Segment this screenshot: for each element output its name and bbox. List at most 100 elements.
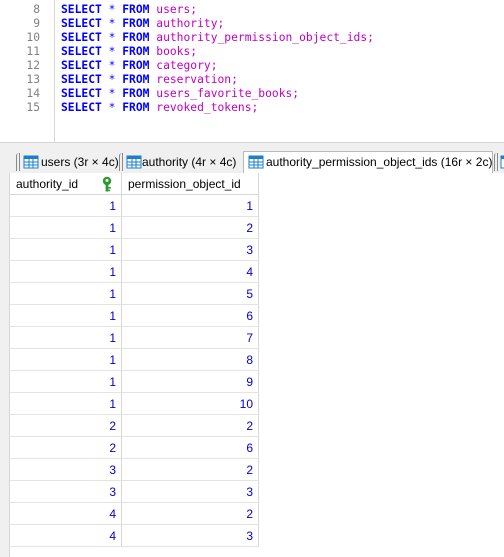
table-row[interactable]: 16: [10, 305, 259, 327]
table-row[interactable]: 1 10: [10, 393, 259, 415]
table-row[interactable]: 22: [10, 415, 259, 437]
cell-permission-object-id[interactable]: 2: [122, 503, 259, 525]
key-icon: [102, 176, 112, 192]
sql-keyword: FROM: [122, 31, 150, 44]
cell-permission-object-id[interactable]: 6: [122, 437, 259, 459]
sql-table-name: users_favorite_books;: [156, 87, 300, 100]
tab-authority-permission-object-ids[interactable]: authority_permission_object_ids (16r × 2…: [243, 151, 493, 173]
cell-authority-id[interactable]: 1: [10, 261, 122, 283]
line-number: 14: [26, 87, 40, 100]
cell-authority-id[interactable]: 3: [10, 481, 122, 503]
code-line: 13 SELECT * FROM reservation;: [0, 73, 504, 87]
sql-operator: *: [108, 17, 116, 30]
cell-authority-id[interactable]: 1: [10, 195, 122, 217]
cell-permission-object-id[interactable]: 3: [122, 525, 259, 547]
sql-operator: *: [108, 45, 116, 58]
sql-keyword: SELECT: [61, 101, 102, 114]
cell-authority-id[interactable]: 4: [10, 525, 122, 547]
cell-authority-id[interactable]: 1: [10, 239, 122, 261]
cell-authority-id[interactable]: 1: [10, 393, 122, 415]
cell-permission-object-id[interactable]: 2: [122, 459, 259, 481]
column-header-label: authority_id: [16, 177, 79, 191]
table-row[interactable]: 18: [10, 349, 259, 371]
cell-permission-object-id[interactable]: 9: [122, 371, 259, 393]
cell-authority-id[interactable]: 1: [10, 327, 122, 349]
code-line: 15 SELECT * FROM revoked_tokens;: [0, 101, 504, 115]
table-row[interactable]: 26: [10, 437, 259, 459]
cell-permission-object-id[interactable]: 5: [122, 283, 259, 305]
cell-authority-id[interactable]: 1: [10, 217, 122, 239]
sql-operator: *: [108, 3, 116, 16]
table-row[interactable]: 12: [10, 217, 259, 239]
table-row[interactable]: 11: [10, 195, 259, 217]
table-row[interactable]: 19: [10, 371, 259, 393]
cell-permission-object-id[interactable]: 3: [122, 239, 259, 261]
sql-keyword: SELECT: [61, 87, 102, 100]
cell-permission-object-id[interactable]: 1: [122, 195, 259, 217]
table-row[interactable]: 14: [10, 261, 259, 283]
table-grid-icon: [500, 155, 504, 169]
sql-table-name: reservation;: [156, 73, 238, 86]
cell-authority-id[interactable]: 1: [10, 349, 122, 371]
row-header-strip: [0, 173, 10, 557]
cell-authority-id[interactable]: 2: [10, 437, 122, 459]
sql-keyword: SELECT: [61, 59, 102, 72]
sql-keyword: FROM: [122, 87, 150, 100]
table-grid-icon: [23, 155, 39, 169]
cell-authority-id[interactable]: 1: [10, 283, 122, 305]
table-row[interactable]: 42: [10, 503, 259, 525]
sql-statement: SELECT * FROM users_favorite_books;: [61, 87, 299, 101]
sql-keyword: SELECT: [61, 45, 102, 58]
cell-permission-object-id[interactable]: 8: [122, 349, 259, 371]
tab-authority[interactable]: authority (4r × 4c): [119, 152, 241, 172]
sql-table-name: authority;: [156, 17, 225, 30]
column-header-label: permission_object_id: [128, 177, 241, 191]
cell-permission-object-id[interactable]: 4: [122, 261, 259, 283]
sql-table-name: books;: [156, 45, 198, 58]
code-line: 11 SELECT * FROM books;: [0, 45, 504, 59]
sql-statement: SELECT * FROM authority_permission_objec…: [61, 31, 374, 45]
cell-authority-id[interactable]: 1: [10, 305, 122, 327]
sql-operator: *: [108, 31, 116, 44]
cell-authority-id[interactable]: 2: [10, 415, 122, 437]
sql-operator: *: [108, 59, 116, 72]
table-row[interactable]: 33: [10, 481, 259, 503]
sql-keyword: FROM: [122, 59, 150, 72]
sql-keyword: FROM: [122, 45, 150, 58]
table-row[interactable]: 32: [10, 459, 259, 481]
tab-label: authority_permission_object_ids (16r × 2…: [266, 155, 493, 169]
cell-authority-id[interactable]: 3: [10, 459, 122, 481]
tab-users[interactable]: users (3r × 4c): [16, 152, 119, 172]
sql-editor[interactable]: 8 SELECT * FROM users; 9 SELECT * FROM auth…: [0, 0, 504, 142]
cell-permission-object-id[interactable]: 10: [122, 393, 259, 415]
tab-overflow[interactable]: [494, 152, 504, 172]
sql-keyword: SELECT: [61, 31, 102, 44]
table-row[interactable]: 43: [10, 525, 259, 547]
cell-permission-object-id[interactable]: 6: [122, 305, 259, 327]
code-line: 8 SELECT * FROM users;: [0, 3, 504, 17]
code-line: 10 SELECT * FROM authority_permission_obj…: [0, 31, 504, 45]
column-header-permission-object-id[interactable]: permission_object_id: [122, 173, 259, 195]
line-number: 12: [26, 59, 40, 72]
sql-table-name: users;: [156, 3, 198, 16]
tab-label: authority (4r × 4c): [142, 155, 237, 169]
result-grid[interactable]: authority_id permission_object_id 111213…: [0, 173, 504, 557]
tab-label: users (3r × 4c): [41, 155, 119, 169]
cell-permission-object-id[interactable]: 7: [122, 327, 259, 349]
cell-permission-object-id[interactable]: 2: [122, 217, 259, 239]
sql-table-name: authority_permission_object_ids;: [156, 31, 374, 44]
table-row[interactable]: 17: [10, 327, 259, 349]
column-header-authority-id[interactable]: authority_id: [10, 173, 122, 195]
cell-permission-object-id[interactable]: 3: [122, 481, 259, 503]
sql-statement: SELECT * FROM revoked_tokens;: [61, 101, 258, 115]
sql-keyword: FROM: [122, 73, 150, 86]
sql-keyword: FROM: [122, 101, 150, 114]
table-row[interactable]: 13: [10, 239, 259, 261]
cell-permission-object-id[interactable]: 2: [122, 415, 259, 437]
table-grid-icon: [126, 155, 142, 169]
table-row[interactable]: 15: [10, 283, 259, 305]
cell-authority-id[interactable]: 4: [10, 503, 122, 525]
line-number: 11: [26, 45, 40, 58]
sql-statement: SELECT * FROM category;: [61, 59, 218, 73]
cell-authority-id[interactable]: 1: [10, 371, 122, 393]
